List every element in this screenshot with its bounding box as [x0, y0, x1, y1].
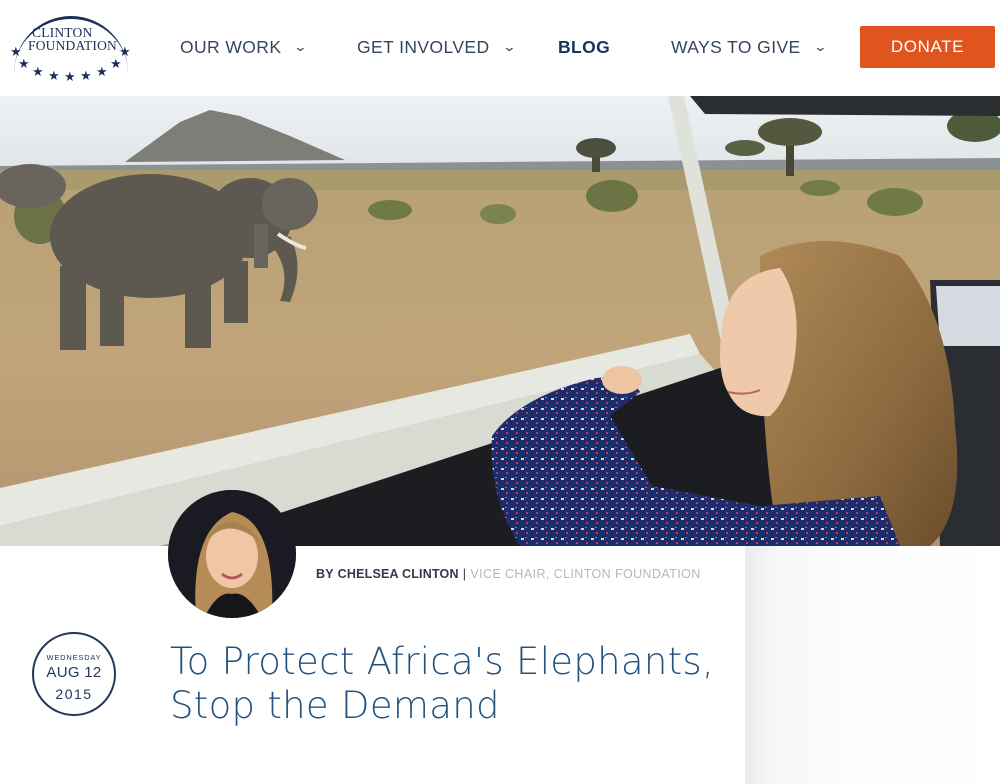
- nav-our-work-label: OUR WORK: [180, 36, 282, 57]
- hero-image: [0, 96, 1000, 546]
- byline: BY CHELSEA CLINTON | VICE CHAIR, CLINTON F…: [316, 564, 736, 585]
- author-name[interactable]: CHELSEA CLINTON: [338, 567, 459, 581]
- clinton-foundation-logo[interactable]: CLINTON FOUNDATION ★ ★ ★ ★ ★ ★ ★ ★ ★: [8, 16, 132, 84]
- date-year: 2015: [55, 686, 93, 702]
- date-month-day: AUG 12: [46, 664, 102, 681]
- stars-icon: ★ ★ ★ ★ ★ ★ ★ ★ ★: [10, 44, 131, 84]
- nav-ways-to-give-label: WAYS TO GIVE: [671, 36, 801, 57]
- nav-blog-label: BLOG: [558, 36, 611, 57]
- article-title: To Protect Africa's Elephants, Stop the …: [170, 640, 715, 727]
- logo-wordmark: CLINTON FOUNDATION: [28, 26, 117, 53]
- chevron-down-icon: ⌄: [812, 39, 828, 54]
- chevron-down-icon: ⌄: [293, 39, 309, 54]
- author-avatar[interactable]: [168, 490, 296, 618]
- chevron-down-icon: ⌄: [501, 39, 517, 54]
- date-badge: WEDNESDAY AUG 12 2015: [32, 632, 116, 716]
- nav-ways-to-give[interactable]: WAYS TO GIVE ⌄: [671, 36, 828, 58]
- nav-blog[interactable]: BLOG: [558, 36, 610, 58]
- nav-get-involved[interactable]: GET INVOLVED ⌄: [357, 36, 517, 58]
- page: { "logo": {"line1": "CLINTON", "line2": …: [0, 0, 1000, 784]
- byline-separator: |: [462, 567, 467, 581]
- logo-line-2: FOUNDATION: [28, 38, 117, 53]
- author-photo: [168, 490, 296, 618]
- safari-photo: [0, 96, 1000, 546]
- author-role: VICE CHAIR, CLINTON FOUNDATION: [470, 567, 701, 581]
- nav-our-work[interactable]: OUR WORK ⌄: [180, 36, 309, 58]
- sidebar: [745, 546, 1000, 784]
- nav-get-involved-label: GET INVOLVED: [357, 36, 490, 57]
- site-header: CLINTON FOUNDATION ★ ★ ★ ★ ★ ★ ★ ★ ★ OUR…: [0, 0, 1000, 96]
- date-weekday: WEDNESDAY: [46, 653, 102, 662]
- donate-button[interactable]: DONATE: [860, 26, 995, 68]
- byline-prefix: BY: [316, 567, 334, 581]
